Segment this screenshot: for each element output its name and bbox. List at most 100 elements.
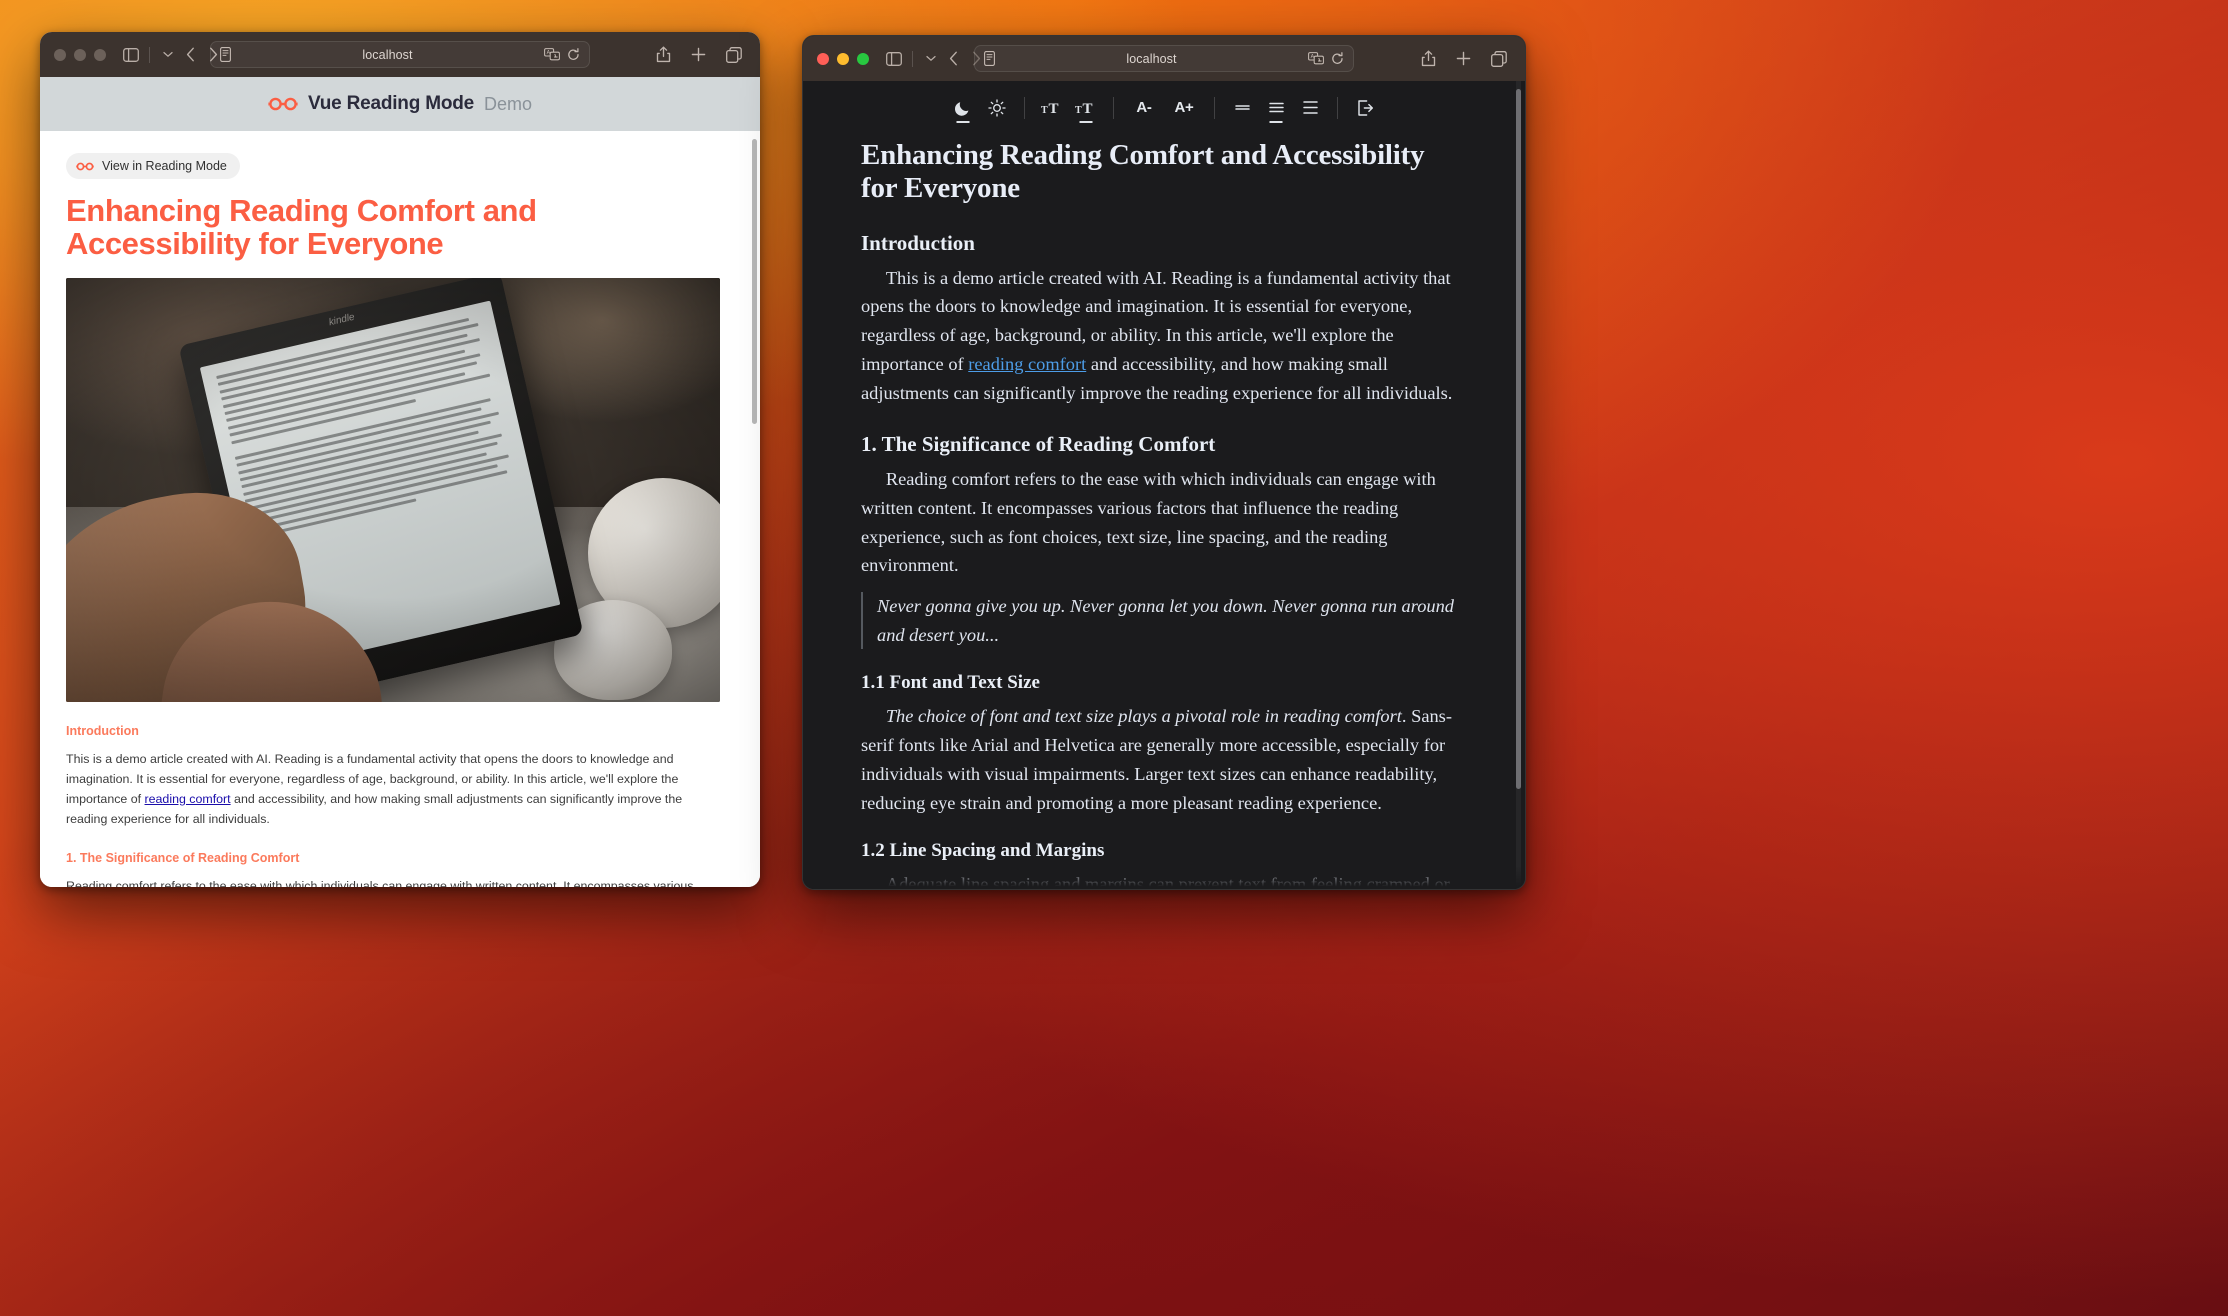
line-spacing-loose-button[interactable]	[1293, 93, 1327, 123]
pill-label: View in Reading Mode	[102, 159, 227, 173]
scrollbar-light[interactable]	[752, 139, 757, 424]
tab-overview-icon[interactable]	[726, 46, 742, 63]
svg-text:T: T	[1075, 105, 1082, 116]
site-header: Vue Reading Mode Demo	[40, 77, 760, 131]
serif-font-button[interactable]: TT	[1035, 93, 1069, 123]
reading-comfort-link[interactable]: reading comfort	[145, 792, 231, 806]
reader-view-icon[interactable]	[984, 51, 995, 66]
maximize-button[interactable]	[94, 48, 106, 61]
address-bar-light[interactable]: localhost A	[210, 41, 590, 68]
chevron-down-icon[interactable]	[920, 48, 942, 70]
decrease-font-size-button[interactable]: A-	[1124, 93, 1164, 123]
sidebar-icon[interactable]	[120, 44, 142, 66]
titlebar-actions-dark[interactable]	[1421, 50, 1511, 67]
sans-font-icon: TT	[1075, 99, 1097, 117]
minimize-button[interactable]	[74, 48, 86, 61]
exit-icon	[1356, 99, 1374, 117]
translate-icon[interactable]: A	[544, 48, 560, 61]
reader-paragraph-font-text-size: The choice of font and text size plays a…	[861, 702, 1467, 817]
page-content-dark: TT TT A- A+ Enhancing Reading Comfort an…	[803, 81, 1525, 889]
glasses-icon	[268, 97, 298, 111]
browser-window-light[interactable]: localhost A Vue Reading Mode Demo View i…	[40, 32, 760, 887]
address-bar-actions[interactable]: A	[544, 47, 580, 62]
url-text[interactable]: localhost	[231, 48, 544, 62]
sans-font-button[interactable]: TT	[1069, 93, 1103, 123]
sun-icon	[988, 98, 1006, 117]
sidebar-icon[interactable]	[883, 48, 905, 70]
address-bar-actions[interactable]: A	[1308, 51, 1344, 66]
reload-icon[interactable]	[567, 47, 580, 62]
translate-icon[interactable]: A	[1308, 52, 1324, 65]
content-fade-overlay	[803, 866, 1525, 889]
paragraph-significance: Reading comfort refers to the ease with …	[66, 879, 694, 887]
plus-icon[interactable]	[1456, 51, 1471, 66]
reader-blockquote: Never gonna give you up. Never gonna let…	[861, 592, 1467, 650]
window-controls-light[interactable]	[54, 48, 106, 61]
reading-comfort-link[interactable]: reading comfort	[968, 354, 1086, 374]
browser-window-dark[interactable]: localhost A T T T T A- A+ Enhancing Read…	[802, 35, 1526, 890]
hero-vignette	[66, 277, 720, 702]
toolbar-separator	[1214, 96, 1215, 119]
back-arrow-icon[interactable]	[942, 51, 965, 66]
minimize-button[interactable]	[837, 52, 849, 65]
reading-mode-toolbar[interactable]: TT TT A- A+	[803, 81, 1525, 134]
page-content-light: Vue Reading Mode Demo View in Reading Mo…	[40, 77, 760, 887]
titlebar-divider	[912, 50, 913, 67]
toolbar-separator	[1024, 96, 1025, 119]
active-indicator	[1079, 121, 1093, 123]
share-icon[interactable]	[1421, 50, 1436, 67]
serif-font-icon: TT	[1041, 99, 1063, 117]
dark-mode-button[interactable]	[946, 93, 980, 123]
line-spacing-loose-icon	[1302, 99, 1319, 116]
close-button[interactable]	[817, 52, 829, 65]
titlebar-light[interactable]: localhost A	[40, 32, 760, 77]
url-text[interactable]: localhost	[995, 52, 1308, 66]
titlebar-divider	[149, 46, 150, 63]
paragraph-introduction: This is a demo article created with AI. …	[66, 749, 722, 829]
window-controls-dark[interactable]	[817, 52, 869, 65]
font-decrease-label: A-	[1136, 99, 1152, 116]
reader-paragraph-significance: Reading comfort refers to the ease with …	[861, 469, 1436, 576]
titlebar-dark[interactable]: localhost A	[803, 36, 1525, 81]
address-bar-dark[interactable]: localhost A	[974, 45, 1354, 72]
svg-text:T: T	[1049, 101, 1059, 117]
reload-icon[interactable]	[1331, 51, 1344, 66]
glasses-icon	[76, 162, 94, 171]
reader-article: Enhancing Reading Comfort and Accessibil…	[803, 134, 1525, 889]
reader-emphasis: The choice of font and text size plays a…	[885, 706, 1402, 727]
moon-icon	[954, 99, 972, 117]
exit-reading-mode-button[interactable]	[1348, 93, 1382, 123]
section-heading-significance: 1. The Significance of Reading Comfort	[66, 851, 300, 866]
tab-overview-icon[interactable]	[1491, 50, 1507, 67]
titlebar-actions-light[interactable]	[656, 46, 746, 63]
hero-image: kindle	[66, 277, 720, 702]
view-in-reading-mode-button[interactable]: View in Reading Mode	[66, 153, 240, 179]
line-spacing-tight-button[interactable]	[1225, 93, 1259, 123]
reader-title: Enhancing Reading Comfort and Accessibil…	[861, 139, 1425, 205]
brand-name: Vue Reading Mode	[307, 93, 475, 114]
reader-heading-font-text-size: 1.1 Font and Text Size	[861, 672, 1040, 694]
share-icon[interactable]	[656, 46, 671, 63]
toolbar-separator	[1337, 96, 1338, 119]
chevron-down-icon[interactable]	[157, 44, 179, 66]
font-increase-label: A+	[1174, 99, 1194, 116]
light-mode-button[interactable]	[980, 93, 1014, 123]
reader-view-icon[interactable]	[220, 47, 231, 62]
active-indicator	[1269, 121, 1283, 123]
reader-heading-introduction: Introduction	[861, 230, 975, 255]
reader-heading-line-spacing: 1.2 Line Spacing and Margins	[861, 840, 1105, 862]
close-button[interactable]	[54, 48, 66, 61]
page-title: Enhancing Reading Comfort and Accessibil…	[66, 193, 537, 262]
line-spacing-normal-button[interactable]	[1259, 93, 1293, 123]
line-spacing-normal-icon	[1268, 99, 1285, 116]
maximize-button[interactable]	[857, 52, 869, 65]
svg-text:T: T	[1083, 101, 1093, 117]
line-spacing-tight-icon	[1234, 99, 1251, 116]
back-arrow-icon[interactable]	[179, 47, 202, 62]
svg-text:T: T	[1041, 105, 1048, 116]
active-indicator	[956, 121, 970, 123]
plus-icon[interactable]	[691, 47, 706, 62]
scrollbar-dark[interactable]	[1516, 89, 1521, 789]
reader-paragraph-introduction: This is a demo article created with AI. …	[861, 264, 1467, 408]
increase-font-size-button[interactable]: A+	[1164, 93, 1204, 123]
